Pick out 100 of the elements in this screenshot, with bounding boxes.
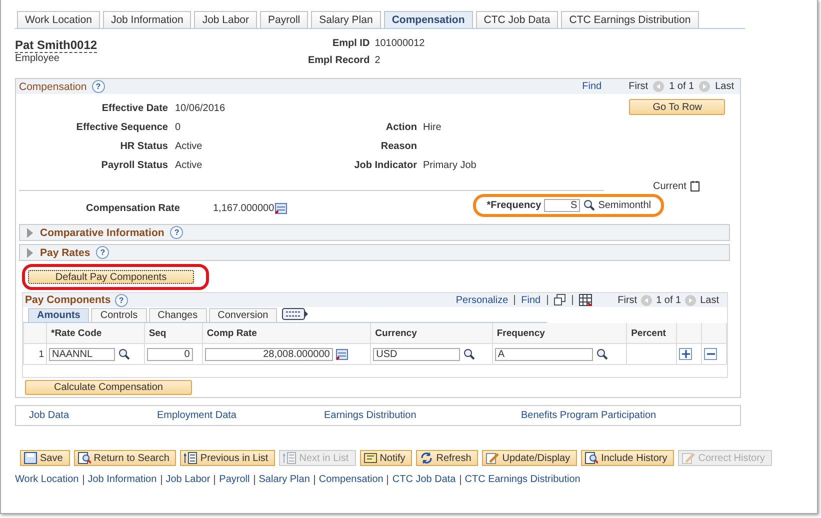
collapsible-section[interactable]: Pay Rates ? bbox=[19, 244, 730, 261]
column-header: Frequency bbox=[492, 323, 627, 344]
field-value: 2 bbox=[374, 54, 382, 68]
toolbar-button[interactable]: Save bbox=[20, 450, 70, 466]
currency-field[interactable]: USD bbox=[373, 348, 460, 360]
employee-name[interactable]: Pat Smith0012 bbox=[15, 38, 98, 53]
grid-tab[interactable]: Controls bbox=[91, 308, 147, 322]
go-to-row-button[interactable]: Go To Row bbox=[629, 99, 726, 115]
toolbar-button[interactable]: Include History bbox=[581, 450, 674, 466]
field-label: Effective Sequence bbox=[75, 122, 168, 133]
spreadsheet-icon[interactable] bbox=[578, 294, 592, 306]
page-tab[interactable]: CTC Earnings Distribution bbox=[561, 11, 699, 28]
list-icon bbox=[184, 452, 198, 464]
footer-link[interactable]: Job Information bbox=[88, 474, 157, 485]
footer-link[interactable]: CTC Job Data bbox=[392, 474, 456, 485]
toolbar-button[interactable]: Previous in List bbox=[180, 450, 276, 466]
list-icon bbox=[283, 452, 296, 464]
row-number: 1 bbox=[38, 348, 44, 360]
page-link[interactable]: Earnings Distribution bbox=[324, 410, 521, 421]
collapsible-section[interactable]: Comparative Information ? bbox=[19, 224, 730, 241]
field-label: Job Indicator bbox=[353, 160, 417, 171]
grid-title: Pay Components bbox=[25, 294, 111, 306]
help-icon[interactable]: ? bbox=[96, 246, 110, 259]
personalize-link[interactable]: Personalize bbox=[456, 294, 508, 306]
field-label: Compensation Rate bbox=[86, 202, 181, 214]
toolbar-button[interactable]: Refresh bbox=[416, 450, 478, 466]
last-label: Last bbox=[700, 294, 719, 306]
checkbox-icon[interactable] bbox=[690, 180, 700, 192]
footer-link[interactable]: Job Labor bbox=[166, 474, 210, 485]
delete-row-button[interactable] bbox=[704, 348, 717, 360]
magnifier-icon bbox=[585, 452, 598, 464]
toolbar-button[interactable]: Return to Search bbox=[74, 450, 176, 466]
footer-link[interactable]: Salary Plan bbox=[258, 474, 310, 485]
page-tab[interactable]: CTC Job Data bbox=[476, 11, 558, 28]
field-label: Effective Date bbox=[100, 103, 168, 114]
toolbar-button[interactable]: Update/Display bbox=[482, 450, 578, 466]
last-label: Last bbox=[715, 81, 734, 92]
search-icon[interactable] bbox=[463, 348, 476, 360]
column-header: Currency bbox=[370, 323, 492, 344]
default-pay-components-button[interactable]: Default Pay Components bbox=[28, 270, 194, 284]
grid-tab[interactable]: Changes bbox=[148, 308, 207, 322]
frequency-description: Semimonthl bbox=[598, 200, 651, 210]
field-value: 10/06/2016 bbox=[175, 103, 226, 114]
field-label: Action bbox=[384, 122, 417, 133]
current-label: Current bbox=[653, 181, 686, 192]
calculator-icon[interactable] bbox=[336, 348, 348, 360]
footer-link[interactable]: Compensation bbox=[318, 474, 384, 485]
add-row-button[interactable] bbox=[679, 348, 692, 360]
column-header: Comp Rate bbox=[202, 323, 371, 344]
note-icon bbox=[364, 452, 377, 464]
page-tab[interactable]: Compensation bbox=[384, 11, 473, 28]
help-icon[interactable]: ? bbox=[170, 226, 184, 239]
grid-tab[interactable]: Amounts bbox=[28, 308, 90, 322]
pencil-icon bbox=[682, 452, 696, 464]
rate-code-field[interactable]: NAANNL bbox=[49, 348, 115, 360]
search-icon[interactable] bbox=[583, 199, 596, 211]
page-link[interactable]: Employment Data bbox=[157, 410, 324, 421]
magnifier-icon bbox=[78, 452, 91, 464]
footer-link[interactable]: CTC Earnings Distribution bbox=[464, 474, 580, 485]
help-icon[interactable]: ? bbox=[114, 294, 128, 306]
field-label: Empl Record bbox=[308, 54, 370, 68]
column-header: Seq bbox=[144, 323, 202, 344]
search-icon[interactable] bbox=[118, 348, 130, 360]
page-tab[interactable]: Job Information bbox=[102, 11, 192, 28]
first-label: First bbox=[628, 81, 648, 92]
field-label: Payroll Status bbox=[100, 160, 168, 171]
calculator-icon[interactable] bbox=[275, 202, 288, 214]
show-all-columns-icon[interactable] bbox=[282, 308, 308, 320]
find-link[interactable]: Find bbox=[521, 294, 541, 306]
new-window-icon[interactable] bbox=[554, 294, 566, 306]
help-icon[interactable]: ? bbox=[92, 80, 105, 93]
field-label: Reason bbox=[380, 141, 417, 152]
section-title: Comparative Information bbox=[40, 226, 164, 238]
employee-role: Employee bbox=[15, 53, 60, 64]
page-tab[interactable]: Job Labor bbox=[194, 11, 258, 28]
frequency-field[interactable]: S bbox=[544, 198, 580, 212]
grid-tab[interactable]: Conversion bbox=[208, 308, 278, 322]
first-label: First bbox=[618, 294, 638, 306]
field-value: 101000012 bbox=[374, 38, 425, 51]
page-tab[interactable]: Payroll bbox=[260, 11, 308, 28]
seq-field[interactable]: 0 bbox=[146, 348, 193, 360]
page-tab[interactable]: Work Location bbox=[17, 11, 100, 28]
row-count: 1 of 1 bbox=[656, 294, 682, 306]
frequency-field[interactable]: A bbox=[494, 348, 593, 360]
page-link[interactable]: Job Data bbox=[29, 410, 157, 421]
comp-rate-field[interactable]: 28,008.000000 bbox=[204, 348, 333, 360]
field-value: 1,167.000000 bbox=[213, 202, 274, 214]
field-label: *Frequency bbox=[486, 200, 542, 210]
page-link[interactable]: Benefits Program Participation bbox=[521, 410, 656, 421]
row-count: 1 of 1 bbox=[669, 81, 694, 92]
footer-link[interactable]: Payroll bbox=[219, 474, 250, 485]
field-label: Empl ID bbox=[331, 38, 370, 51]
find-link[interactable]: Find bbox=[582, 81, 602, 92]
pencil-icon bbox=[486, 452, 500, 464]
search-icon[interactable] bbox=[596, 348, 608, 360]
page-tab[interactable]: Salary Plan bbox=[311, 11, 381, 28]
footer-link[interactable]: Work Location bbox=[15, 474, 79, 485]
toolbar-button[interactable]: Notify bbox=[360, 450, 412, 466]
calculate-compensation-button[interactable]: Calculate Compensation bbox=[25, 380, 192, 395]
field-value: Active bbox=[175, 141, 204, 152]
